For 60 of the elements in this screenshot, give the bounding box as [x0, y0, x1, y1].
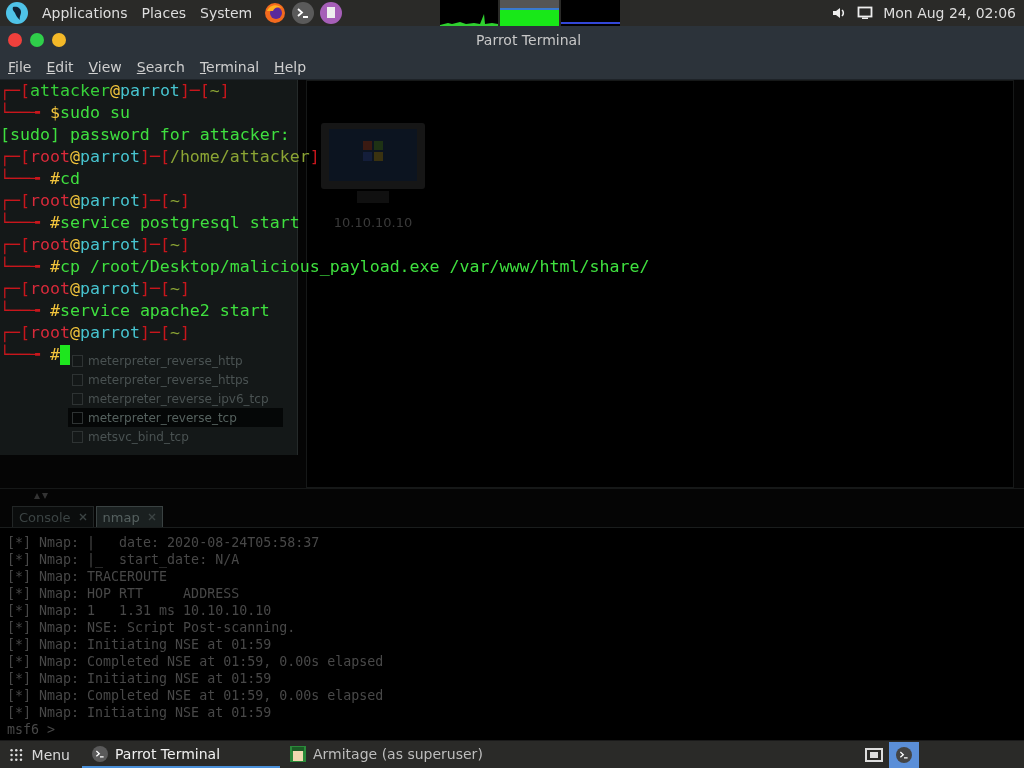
terminal-line: └──╼ # — [0, 344, 60, 367]
grid-icon — [10, 746, 23, 763]
panel-menu[interactable]: Places — [141, 5, 187, 21]
file-icon — [72, 354, 83, 367]
menu-item[interactable]: View — [88, 59, 122, 75]
console-line: [*] Nmap: TRACEROUTE — [7, 568, 169, 586]
menu-item[interactable]: Search — [136, 59, 185, 75]
split-handle-icon[interactable] — [34, 493, 48, 500]
terminal-icon — [92, 745, 108, 762]
file-icon — [72, 392, 83, 405]
console-line: [*] Nmap: 1 1.31 ms 10.10.10.10 — [7, 602, 273, 620]
maximize-button[interactable] — [30, 33, 44, 48]
minimize-button[interactable] — [52, 33, 66, 48]
display-icon[interactable] — [857, 5, 874, 21]
memory-graph — [500, 0, 560, 26]
terminal-line: └──╼ $sudo su — [0, 102, 130, 125]
cpu-graph — [440, 0, 499, 26]
console-line: [*] Nmap: HOP RTT ADDRESS — [7, 585, 241, 603]
menu-item[interactable]: Terminal — [199, 59, 260, 75]
terminal-line: ┌─[root@parrot]─[~] — [0, 322, 190, 344]
host-label: 10.10.10.10 — [333, 215, 413, 231]
console-line: [*] Nmap: | date: 2020-08-24T05:58:37 — [7, 534, 321, 552]
close-button[interactable] — [8, 33, 22, 48]
console-line: [*] Nmap: Initiating NSE at 01:59 — [7, 636, 273, 654]
menu-button[interactable]: Menu — [0, 741, 82, 768]
console-line: [*] Nmap: NSE: Script Post-scanning. — [7, 619, 297, 637]
terminal-icon — [896, 746, 912, 763]
taskbar-item[interactable]: Parrot Terminal — [82, 741, 280, 768]
terminal-icon[interactable] — [292, 2, 315, 24]
file-icon — [72, 430, 83, 443]
terminal-line: └──╼ #service postgresql start — [0, 212, 300, 235]
screenshot-icon[interactable] — [865, 746, 883, 763]
document-icon[interactable] — [320, 2, 343, 24]
terminal-line: └──╼ #cp /root/Desktop/malicious_payload.exe /var/www/html/share/ — [0, 256, 650, 279]
terminal-line: └──╼ #service apache2 start — [0, 300, 270, 323]
menu-item[interactable]: Edit — [46, 59, 74, 75]
terminal-line: [sudo] password for attacker: — [0, 124, 290, 147]
console-line: [*] Nmap: Completed NSE at 01:59, 0.00s elapsed — [7, 687, 385, 705]
menu-item[interactable]: Help — [274, 59, 307, 75]
panel-menu[interactable]: Applications — [42, 5, 128, 21]
panel-menu[interactable]: System — [200, 5, 253, 21]
terminal-line: ┌─[attacker@parrot]─[~] — [0, 80, 230, 102]
file-icon — [72, 411, 83, 424]
clock[interactable]: Mon Aug 24, 02:06 — [883, 5, 1016, 21]
console-line: [*] Nmap: Initiating NSE at 01:59 — [7, 704, 273, 722]
window-title: Parrot Terminal — [476, 32, 582, 49]
console-line: [*] Nmap: |_ start_date: N/A — [7, 551, 241, 569]
terminal-line: └──╼ #cd — [0, 168, 80, 191]
terminal-line: ┌─[root@parrot]─[~] — [0, 190, 190, 212]
network-graph — [561, 0, 621, 26]
console-line: [*] Nmap: Initiating NSE at 01:59 — [7, 670, 273, 688]
taskbar-item[interactable]: Armitage (as superuser) — [280, 741, 493, 768]
terminal-line: ┌─[root@parrot]─[/home/attacker] — [0, 146, 320, 168]
file-icon — [72, 373, 83, 386]
menu-item[interactable]: File — [8, 59, 32, 75]
terminal-line: ┌─[root@parrot]─[~] — [0, 278, 190, 300]
console-line: [*] Nmap: Completed NSE at 01:59, 0.00s elapsed — [7, 653, 385, 671]
terminal-line: ┌─[root@parrot]─[~] — [0, 234, 190, 256]
workspace-button[interactable] — [889, 741, 919, 768]
browser-icon[interactable] — [264, 2, 287, 24]
